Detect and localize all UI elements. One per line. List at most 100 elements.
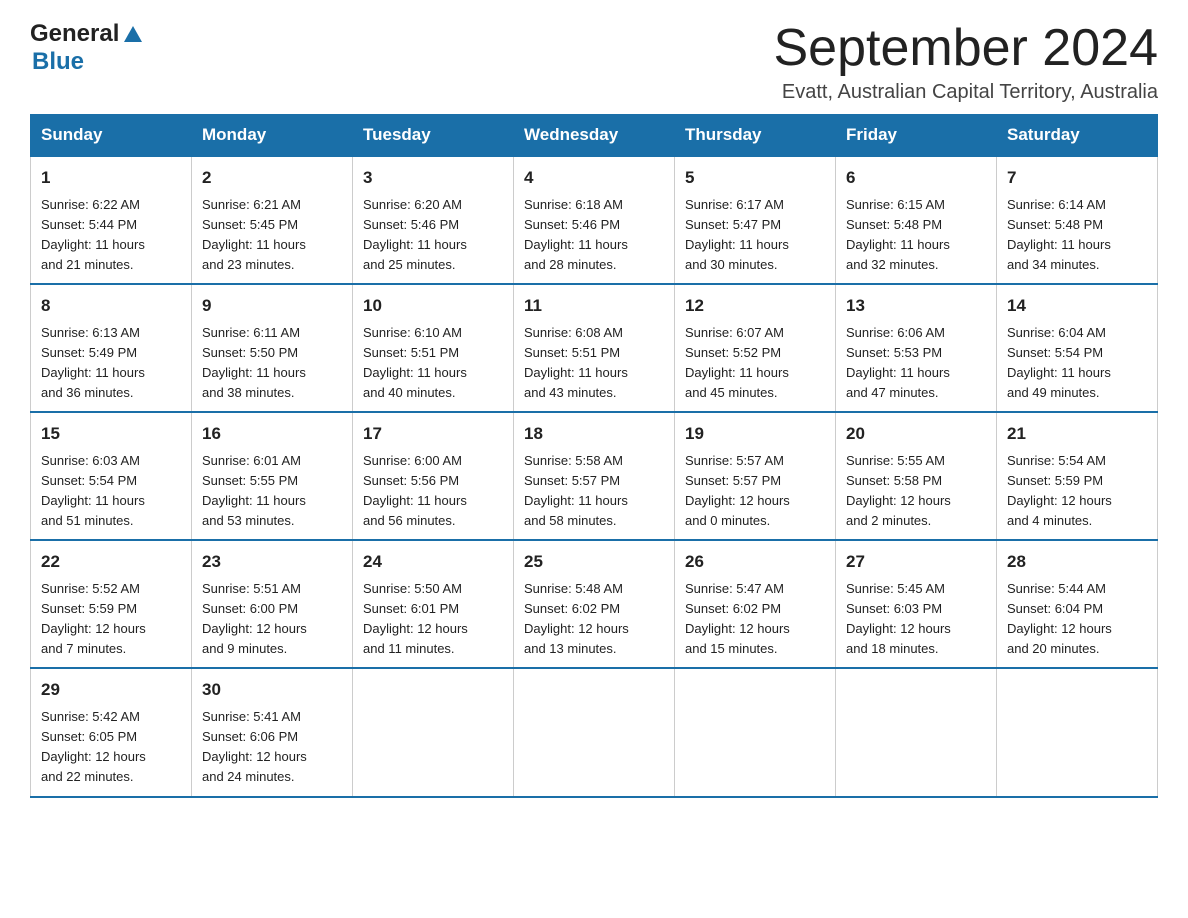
daylight-label: Daylight: 12 hours	[685, 619, 825, 639]
daylight-label: Daylight: 11 hours	[1007, 235, 1147, 255]
sunrise-label: Sunrise: 6:06 AM	[846, 323, 986, 343]
day-number: 11	[524, 293, 664, 319]
calendar-week-row: 15 Sunrise: 6:03 AMSunset: 5:54 PMDayligh…	[31, 412, 1158, 540]
sunrise-label: Sunrise: 6:13 AM	[41, 323, 181, 343]
sunset-label: Sunset: 5:59 PM	[1007, 471, 1147, 491]
day-info: Sunrise: 5:41 AMSunset: 6:06 PMDaylight:…	[202, 707, 342, 788]
day-number: 4	[524, 165, 664, 191]
calendar-cell	[836, 668, 997, 796]
day-number: 10	[363, 293, 503, 319]
day-number: 9	[202, 293, 342, 319]
sunrise-label: Sunrise: 6:10 AM	[363, 323, 503, 343]
daylight-label: Daylight: 11 hours	[846, 363, 986, 383]
day-number: 3	[363, 165, 503, 191]
day-number: 22	[41, 549, 181, 575]
daylight-label2: and 51 minutes.	[41, 511, 181, 531]
day-number: 21	[1007, 421, 1147, 447]
day-number: 8	[41, 293, 181, 319]
daylight-label2: and 45 minutes.	[685, 383, 825, 403]
sunrise-label: Sunrise: 5:51 AM	[202, 579, 342, 599]
logo-icon	[122, 24, 144, 46]
day-info: Sunrise: 5:45 AMSunset: 6:03 PMDaylight:…	[846, 579, 986, 660]
calendar-cell: 25Sunrise: 5:48 AMSunset: 6:02 PMDayligh…	[514, 540, 675, 668]
calendar-cell: 24 Sunrise: 5:50 AMSunset: 6:01 PMDayligh…	[353, 540, 514, 668]
sunrise-label: Sunrise: 6:18 AM	[524, 195, 664, 215]
sunrise-label: Sunrise: 5:48 AM	[524, 579, 664, 599]
calendar-cell: 29Sunrise: 5:42 AMSunset: 6:05 PMDayligh…	[31, 668, 192, 796]
sunset-label: Sunset: 5:56 PM	[363, 471, 503, 491]
sunset-label: Sunset: 6:03 PM	[846, 599, 986, 619]
calendar-cell: 28Sunrise: 5:44 AMSunset: 6:04 PMDayligh…	[997, 540, 1158, 668]
daylight-label2: and 2 minutes.	[846, 511, 986, 531]
day-number: 26	[685, 549, 825, 575]
daylight-label: Daylight: 12 hours	[202, 747, 342, 767]
daylight-label2: and 0 minutes.	[685, 511, 825, 531]
sunset-label: Sunset: 5:54 PM	[41, 471, 181, 491]
logo-blue-text: Blue	[32, 48, 84, 76]
daylight-label: Daylight: 11 hours	[846, 235, 986, 255]
daylight-label2: and 49 minutes.	[1007, 383, 1147, 403]
daylight-label2: and 36 minutes.	[41, 383, 181, 403]
calendar-week-row: 1Sunrise: 6:22 AMSunset: 5:44 PMDaylight…	[31, 156, 1158, 284]
day-info: Sunrise: 6:03 AMSunset: 5:54 PMDaylight:…	[41, 451, 181, 532]
day-info: Sunrise: 5:48 AMSunset: 6:02 PMDaylight:…	[524, 579, 664, 660]
day-number: 24	[363, 549, 503, 575]
calendar-cell: 3Sunrise: 6:20 AMSunset: 5:46 PMDaylight…	[353, 156, 514, 284]
calendar-cell: 4Sunrise: 6:18 AMSunset: 5:46 PMDaylight…	[514, 156, 675, 284]
day-info: Sunrise: 5:42 AMSunset: 6:05 PMDaylight:…	[41, 707, 181, 788]
daylight-label2: and 47 minutes.	[846, 383, 986, 403]
calendar-cell: 30Sunrise: 5:41 AMSunset: 6:06 PMDayligh…	[192, 668, 353, 796]
sunrise-label: Sunrise: 6:22 AM	[41, 195, 181, 215]
sunset-label: Sunset: 5:48 PM	[846, 215, 986, 235]
daylight-label: Daylight: 12 hours	[524, 619, 664, 639]
sunset-label: Sunset: 6:00 PM	[202, 599, 342, 619]
day-number: 14	[1007, 293, 1147, 319]
day-number: 17	[363, 421, 503, 447]
daylight-label2: and 28 minutes.	[524, 255, 664, 275]
weekday-header-sunday: Sunday	[31, 115, 192, 157]
daylight-label: Daylight: 12 hours	[1007, 491, 1147, 511]
daylight-label: Daylight: 12 hours	[1007, 619, 1147, 639]
daylight-label2: and 23 minutes.	[202, 255, 342, 275]
daylight-label: Daylight: 11 hours	[685, 363, 825, 383]
sunrise-label: Sunrise: 6:07 AM	[685, 323, 825, 343]
day-number: 23	[202, 549, 342, 575]
day-number: 5	[685, 165, 825, 191]
sunset-label: Sunset: 5:54 PM	[1007, 343, 1147, 363]
day-number: 28	[1007, 549, 1147, 575]
calendar-cell: 18Sunrise: 5:58 AMSunset: 5:57 PMDayligh…	[514, 412, 675, 540]
day-number: 12	[685, 293, 825, 319]
sunset-label: Sunset: 5:51 PM	[363, 343, 503, 363]
sunset-label: Sunset: 5:51 PM	[524, 343, 664, 363]
sunset-label: Sunset: 6:01 PM	[363, 599, 503, 619]
calendar-cell: 9Sunrise: 6:11 AMSunset: 5:50 PMDaylight…	[192, 284, 353, 412]
weekday-header-monday: Monday	[192, 115, 353, 157]
day-info: Sunrise: 5:47 AMSunset: 6:02 PMDaylight:…	[685, 579, 825, 660]
daylight-label2: and 34 minutes.	[1007, 255, 1147, 275]
day-number: 18	[524, 421, 664, 447]
day-info: Sunrise: 5:50 AMSunset: 6:01 PMDaylight:…	[363, 579, 503, 660]
day-info: Sunrise: 5:57 AMSunset: 5:57 PMDaylight:…	[685, 451, 825, 532]
daylight-label2: and 21 minutes.	[41, 255, 181, 275]
day-info: Sunrise: 5:51 AMSunset: 6:00 PMDaylight:…	[202, 579, 342, 660]
day-info: Sunrise: 6:08 AMSunset: 5:51 PMDaylight:…	[524, 323, 664, 404]
day-number: 6	[846, 165, 986, 191]
sunset-label: Sunset: 5:53 PM	[846, 343, 986, 363]
daylight-label: Daylight: 11 hours	[363, 235, 503, 255]
daylight-label2: and 53 minutes.	[202, 511, 342, 531]
calendar-table: SundayMondayTuesdayWednesdayThursdayFrid…	[30, 114, 1158, 797]
weekday-header-wednesday: Wednesday	[514, 115, 675, 157]
daylight-label2: and 11 minutes.	[363, 639, 503, 659]
sunrise-label: Sunrise: 6:17 AM	[685, 195, 825, 215]
sunrise-label: Sunrise: 6:15 AM	[846, 195, 986, 215]
day-number: 15	[41, 421, 181, 447]
daylight-label2: and 7 minutes.	[41, 639, 181, 659]
day-info: Sunrise: 6:10 AMSunset: 5:51 PMDaylight:…	[363, 323, 503, 404]
daylight-label2: and 32 minutes.	[846, 255, 986, 275]
daylight-label: Daylight: 11 hours	[685, 235, 825, 255]
sunrise-label: Sunrise: 5:58 AM	[524, 451, 664, 471]
calendar-cell: 10 Sunrise: 6:10 AMSunset: 5:51 PMDayligh…	[353, 284, 514, 412]
sunset-label: Sunset: 5:50 PM	[202, 343, 342, 363]
daylight-label: Daylight: 11 hours	[41, 363, 181, 383]
day-number: 2	[202, 165, 342, 191]
